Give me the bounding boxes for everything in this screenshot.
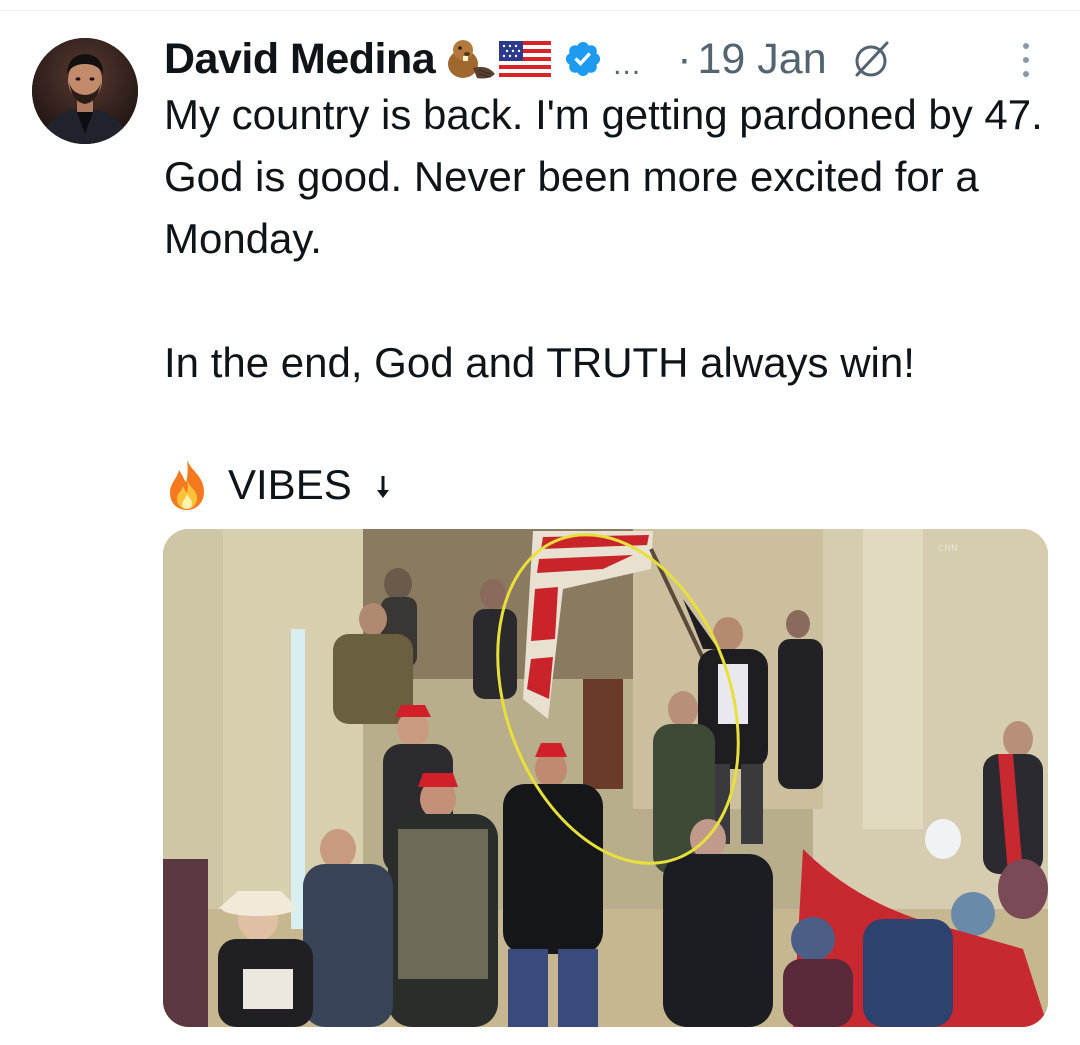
more-options-icon[interactable] (1018, 40, 1034, 80)
tweet-text: My country is back. I'm getting pardoned… (164, 84, 1064, 394)
display-name[interactable]: David Medina (164, 35, 436, 84)
tweet-paragraph: My country is back. I'm getting pardoned… (164, 91, 1043, 262)
svg-text:CNN: CNN (938, 544, 958, 554)
avatar-image (32, 38, 138, 144)
vibes-line: VIBES (164, 454, 392, 516)
tweet-paragraph: In the end, God and TRUTH always win! (164, 339, 915, 386)
avatar[interactable] (32, 38, 138, 144)
down-arrow-icon (374, 470, 392, 500)
top-divider (0, 10, 1080, 11)
verified-badge-icon[interactable] (563, 39, 603, 79)
vibes-text: VIBES (228, 461, 352, 508)
date-group: · 19 Jan (677, 35, 826, 84)
tweet-media[interactable]: CNN (163, 529, 1048, 1027)
edited-icon[interactable] (849, 37, 893, 81)
header-ellipsis: ... (613, 48, 642, 81)
beaver-icon (448, 40, 496, 79)
date-separator: · (677, 34, 692, 83)
tweet-photo: CNN (163, 529, 1048, 1027)
name-emoji-group (443, 34, 553, 84)
tweet-header: David Medina ... · 19 Jan (164, 28, 1044, 90)
fire-icon (164, 458, 210, 512)
tweet-date[interactable]: 19 Jan (698, 35, 827, 84)
us-flag-icon (499, 41, 552, 77)
